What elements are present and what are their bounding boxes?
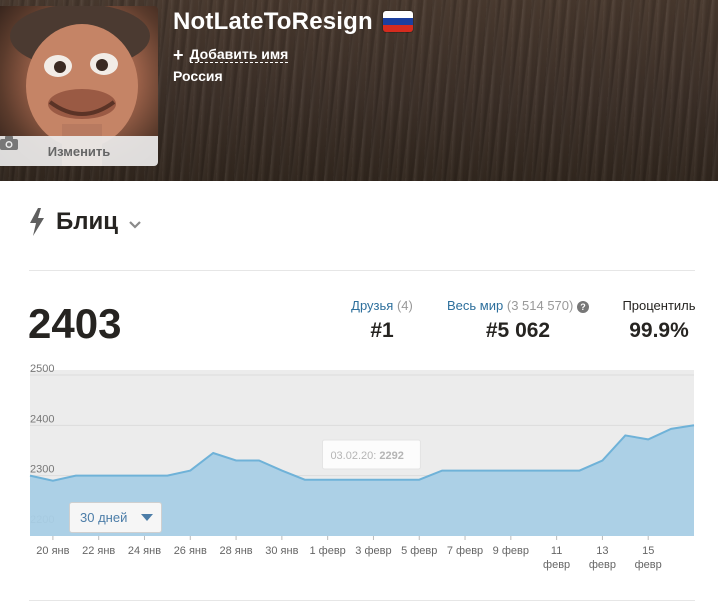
percentile-label: Процентиль: [622, 298, 696, 313]
avatar-edit-label: Изменить: [47, 143, 111, 159]
x-tick-label: февр: [543, 559, 570, 571]
username: NotLateToResign: [173, 8, 373, 35]
x-tick-label: февр: [635, 559, 662, 571]
x-tick-label: 9 февр: [493, 545, 529, 557]
x-tick-label: 3 февр: [355, 545, 391, 557]
y-tick-label: 2400: [30, 413, 54, 425]
divider: [29, 270, 695, 271]
flag-stripe-white: [383, 11, 413, 18]
friends-link[interactable]: Друзья: [351, 298, 393, 313]
flag-stripe-red: [383, 25, 413, 32]
x-tick-label: 20 янв: [36, 545, 69, 557]
world-stat: Весь мир (3 514 570) ? #5 062: [442, 298, 594, 343]
mode-selector[interactable]: Блиц: [28, 208, 142, 236]
help-icon[interactable]: ?: [576, 301, 589, 313]
world-link[interactable]: Весь мир: [447, 298, 503, 313]
lightning-bolt-icon: [30, 208, 44, 236]
add-name-label: Добавить имя: [189, 46, 289, 63]
x-tick-label: февр: [589, 559, 616, 571]
flag-stripe-blue: [383, 18, 413, 25]
x-tick-label: 15: [642, 545, 654, 557]
percentile-value: 99.9%: [629, 319, 689, 342]
friends-rank: #1: [370, 319, 394, 342]
tooltip-value: 2292: [379, 450, 403, 462]
x-tick-label: 13: [596, 545, 608, 557]
x-tick-label: 1 февр: [309, 545, 345, 557]
avatar-edit-button[interactable]: Изменить: [0, 136, 158, 166]
percentile-stat: Процентиль 99.9%: [618, 298, 700, 343]
friends-count: (4): [396, 298, 413, 313]
chart-tooltip-text: 03.02.20: 2292: [330, 450, 403, 462]
chevron-down-icon: [129, 221, 141, 229]
y-tick-label: 2300: [30, 464, 54, 476]
camera-icon: [0, 136, 18, 150]
range-selector-label: 30 дней: [80, 510, 128, 525]
range-selector-button[interactable]: 30 дней: [69, 502, 162, 533]
mode-title: Блиц: [56, 208, 119, 235]
x-tick-label: 5 февр: [401, 545, 437, 557]
world-rank: #5 062: [485, 319, 551, 342]
caret-down-icon: [141, 514, 154, 521]
plus-icon: +: [173, 45, 184, 65]
x-tick-label: 11: [551, 545, 562, 557]
add-name-link[interactable]: + Добавить имя: [173, 45, 289, 65]
world-count: (3 514 570): [506, 298, 574, 313]
current-rating: 2403: [28, 300, 122, 347]
x-tick-label: 7 февр: [447, 545, 483, 557]
country-label: Россия: [173, 68, 223, 84]
x-tick-label: 30 янв: [265, 545, 298, 557]
x-tick-label: 26 янв: [174, 545, 207, 557]
tooltip-date: 03.02.20:: [330, 450, 379, 462]
friends-stat: Друзья (4) #1: [346, 298, 418, 343]
x-tick-label: 22 янв: [82, 545, 115, 557]
avatar[interactable]: Изменить: [0, 6, 158, 166]
x-tick-label: 28 янв: [219, 545, 252, 557]
rating-chart[interactable]: 250024002300220020 янв22 янв24 янв26 янв…: [0, 355, 718, 575]
x-tick-label: 24 янв: [128, 545, 161, 557]
country-flag-icon: [383, 11, 413, 32]
y-tick-label: 2500: [30, 363, 54, 375]
